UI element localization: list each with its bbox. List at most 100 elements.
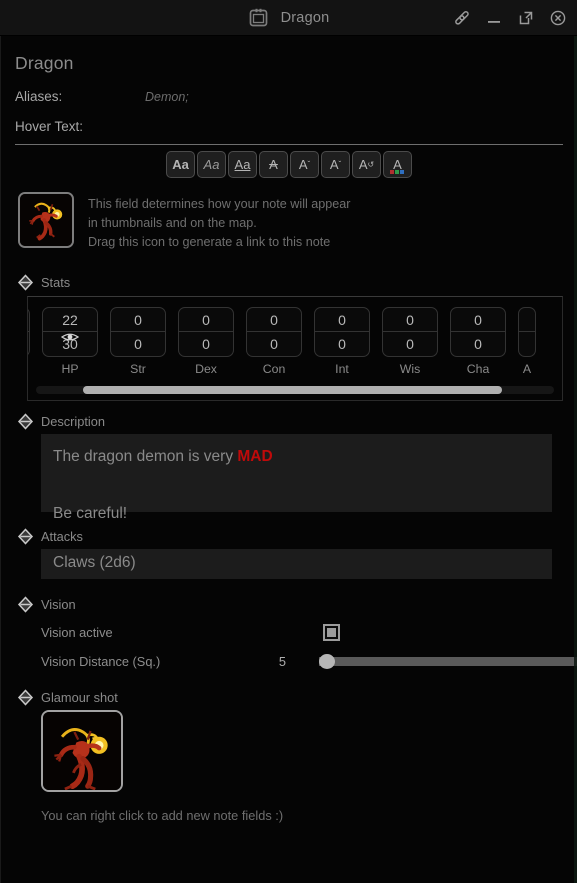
stat-max-partial-right[interactable] [519,332,535,356]
description-text-plain: The dragon demon is very [53,448,238,465]
bold-glyph: Aa [172,157,189,172]
description-text-accent: MAD [237,448,273,465]
hover-text-row: Hover Text: [1,119,577,134]
stat-current-hp[interactable]: 22 [43,308,97,332]
superscript-button[interactable]: Aˇ [290,151,319,178]
subscript-button[interactable]: Aˇ [321,151,350,178]
section-header-description: Description [1,413,577,430]
stat-str[interactable]: 0 0 Str [110,307,166,376]
stat-max-dex[interactable]: 0 [179,332,233,356]
stats-scrollbar-thumb[interactable] [82,386,503,394]
stat-max-str[interactable]: 0 [111,332,165,356]
stat-label-int: Int [335,362,349,376]
aliases-value[interactable]: Demon; [145,90,189,104]
stat-box-int: 0 0 [314,307,370,357]
stats-row: 22 30 HP 0 0 Str 0 0 Dex 0 0 Con 0 0 Int… [28,297,536,376]
bold-button[interactable]: Aa [166,151,195,178]
stat-current-partial-left[interactable] [28,308,29,332]
italic-glyph: Aa [203,157,220,172]
text-color-button[interactable]: A [383,151,412,178]
attacks-textarea[interactable]: Claws (2d6) [41,549,552,579]
window-title: Dragon [280,9,330,26]
description-line-1: The dragon demon is very MAD [53,442,542,471]
stat-current-dex[interactable]: 0 [179,308,233,332]
section-header-glamour: Glamour shot [1,689,577,706]
stat-con[interactable]: 0 0 Con [246,307,302,376]
stats-panel: 22 30 HP 0 0 Str 0 0 Dex 0 0 Con 0 0 Int… [27,296,563,401]
glamour-shot-image[interactable] [41,710,123,792]
italic-button[interactable]: Aa [197,151,226,178]
demon-art-large [43,712,121,790]
stat-partial-left[interactable] [28,307,30,357]
clear-format-button[interactable]: A ↺ [352,151,381,178]
footer-hint: You can right click to add new note fiel… [41,808,284,823]
stats-horizontal-scrollbar[interactable] [36,386,554,394]
section-label-description: Description [41,414,106,429]
stat-current-partial-right[interactable] [519,308,535,332]
stat-max-con[interactable]: 0 [247,332,301,356]
collapse-icon-attacks[interactable] [17,528,34,545]
aliases-row: Aliases: Demon; [1,89,577,104]
swatch-green [395,170,399,174]
description-line-2: Be careful! [53,505,128,522]
strikethrough-glyph: A [269,157,278,172]
stat-current-cha[interactable]: 0 [451,308,505,332]
stat-max-wis[interactable]: 0 [383,332,437,356]
section-header-vision: Vision [1,596,577,613]
collapse-icon-glamour[interactable] [17,689,34,706]
hint-line-2: in thumbnails and on the map. [88,216,257,230]
demon-art-small [20,194,72,246]
vision-distance-label: Vision Distance (Sq.) [41,653,161,669]
swatch-blue [400,170,404,174]
stat-label-cha: Cha [466,362,490,376]
title-bar[interactable]: Dragon [0,0,577,36]
underline-button[interactable]: Aa [228,151,257,178]
eye-icon[interactable] [60,330,80,348]
stat-box-cha: 0 0 [450,307,506,357]
strikethrough-button[interactable]: A [259,151,288,178]
stat-current-wis[interactable]: 0 [383,308,437,332]
collapse-icon-vision[interactable] [17,596,34,613]
minimize-icon[interactable] [483,7,505,29]
stat-hp[interactable]: 22 30 HP [42,307,98,376]
collapse-icon-stats[interactable] [17,274,34,291]
vision-distance-slider[interactable] [318,653,577,669]
link-icon[interactable] [451,7,473,29]
clear-format-mark: ↺ [367,160,375,169]
stat-partial-right[interactable]: A [518,307,536,376]
page-title: Dragon [15,53,74,73]
stat-current-int[interactable]: 0 [315,308,369,332]
stat-label-dex: Dex [195,362,217,376]
description-textarea[interactable]: The dragon demon is very MAD Be careful! [41,434,552,522]
note-icon [248,7,269,28]
section-label-attacks: Attacks [41,529,83,544]
stat-wis[interactable]: 0 0 Wis [382,307,438,376]
stat-max-cha[interactable]: 0 [451,332,505,356]
stat-label-wis: Wis [399,362,421,376]
vision-distance-row: Vision Distance (Sq.) 5 [1,651,577,671]
stat-max-partial-left[interactable] [28,332,29,356]
popout-icon[interactable] [515,7,537,29]
title-group: Dragon [248,7,330,28]
vision-active-row: Vision active [1,622,577,642]
stat-int[interactable]: 0 0 Int [314,307,370,376]
stat-dex[interactable]: 0 0 Dex [178,307,234,376]
stat-current-str[interactable]: 0 [111,308,165,332]
aliases-label: Aliases: [15,89,63,104]
vision-active-checkbox[interactable] [323,623,340,641]
stat-cha[interactable]: 0 0 Cha [450,307,506,376]
vision-distance-value[interactable]: 5 [246,654,319,669]
icon-field: This field determines how your note will… [1,178,577,252]
stat-box-dex: 0 0 [178,307,234,357]
hint-line-3: Drag this icon to generate a link to thi… [88,235,331,249]
slider-knob[interactable] [318,653,335,669]
clear-format-glyph: A [358,157,368,172]
note-window: Dragon Dragon Aliases: Demon; Hover Text… [0,0,577,883]
stat-label-hp: HP [61,362,79,376]
stat-current-con[interactable]: 0 [247,308,301,332]
stat-max-int[interactable]: 0 [315,332,369,356]
superscript-glyph: A [298,157,308,172]
note-thumbnail[interactable] [18,192,74,248]
close-icon[interactable] [547,7,569,29]
collapse-icon-description[interactable] [17,413,34,430]
